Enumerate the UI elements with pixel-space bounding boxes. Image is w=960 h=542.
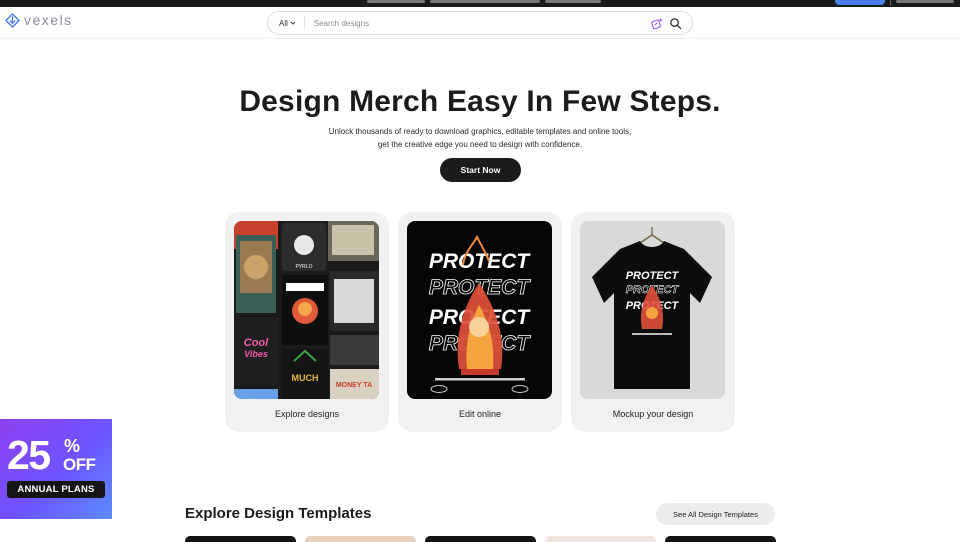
top-bar-text <box>896 0 954 3</box>
template-thumbnail[interactable] <box>305 536 416 542</box>
artwork-word: PROTECT <box>429 250 532 273</box>
top-bar-button[interactable] <box>835 0 885 5</box>
search-input[interactable] <box>304 14 651 32</box>
top-bar-text <box>430 0 540 3</box>
explore-designs-label: Explore designs <box>274 409 340 419</box>
hero-subtitle: Unlock thousands of ready to download gr… <box>0 126 960 151</box>
top-bar-text <box>545 0 601 3</box>
search-icon[interactable] <box>669 17 682 30</box>
template-thumbnail[interactable] <box>425 536 536 542</box>
promo-off: OFF <box>63 455 96 474</box>
logo-text: vexels <box>24 12 73 28</box>
search-category-label: All <box>279 18 288 28</box>
explore-designs-image: Cool Vibes MUCH MONEY TA PYRLO <box>234 221 379 399</box>
search-category-dropdown[interactable]: All <box>268 16 305 30</box>
browser-top-bar <box>0 0 960 7</box>
edit-online-label: Edit online <box>458 409 502 419</box>
mockup-label: Mockup your design <box>612 409 694 419</box>
logo[interactable]: vexels <box>5 12 73 28</box>
promo-plans-label: ANNUAL PLANS <box>7 481 105 498</box>
search-bar: All <box>267 11 693 35</box>
svg-text:Cool: Cool <box>244 337 269 349</box>
see-all-templates-button[interactable]: See All Design Templates <box>656 503 775 525</box>
discount-promo-banner[interactable]: 25 % OFF ANNUAL PLANS <box>0 419 112 519</box>
site-header: vexels All <box>0 7 960 39</box>
vexels-logo-icon <box>5 12 20 28</box>
mockup-image: PROTECT PROTECT PROTECT <box>580 221 725 399</box>
chevron-down-icon <box>290 21 296 25</box>
artwork-word: PROTECT <box>626 270 680 282</box>
promo-percent: % <box>64 436 81 456</box>
hero-subtitle-line: get the creative edge you need to design… <box>377 139 583 149</box>
tshirt-mockup-illustration: PROTECT PROTECT PROTECT <box>580 221 725 399</box>
designs-collage-illustration: Cool Vibes MUCH MONEY TA PYRLO <box>234 221 379 399</box>
templates-section-title: Explore Design Templates <box>185 505 372 522</box>
collage-text: MUCH <box>292 373 319 383</box>
svg-text:Vibes: Vibes <box>244 349 268 359</box>
collage-text: PYRLO <box>296 264 313 270</box>
edit-online-image: PROTECT PROTECT PROTECT PROTECT <box>407 221 552 399</box>
explore-designs-card[interactable]: Cool Vibes MUCH MONEY TA PYRLO Explore d… <box>225 212 389 432</box>
promo-number: 25 <box>7 432 51 478</box>
template-thumbnail[interactable] <box>185 536 296 542</box>
mockup-card[interactable]: PROTECT PROTECT PROTECT Mockup your desi… <box>571 212 735 432</box>
template-thumbnail[interactable] <box>665 536 776 542</box>
template-thumbnail[interactable] <box>545 536 656 542</box>
collage-text: MONEY TA <box>336 382 372 389</box>
ai-search-icon[interactable] <box>651 17 664 30</box>
top-bar-text <box>367 0 425 3</box>
top-bar-divider <box>890 0 891 6</box>
start-now-button[interactable]: Start Now <box>440 158 521 182</box>
edit-online-card[interactable]: PROTECT PROTECT PROTECT PROTECT Edit onl… <box>398 212 562 432</box>
protect-artwork-illustration: PROTECT PROTECT PROTECT PROTECT <box>407 221 552 399</box>
hero-title: Design Merch Easy In Few Steps. <box>239 85 721 118</box>
hero-subtitle-line: Unlock thousands of ready to download gr… <box>328 127 632 136</box>
